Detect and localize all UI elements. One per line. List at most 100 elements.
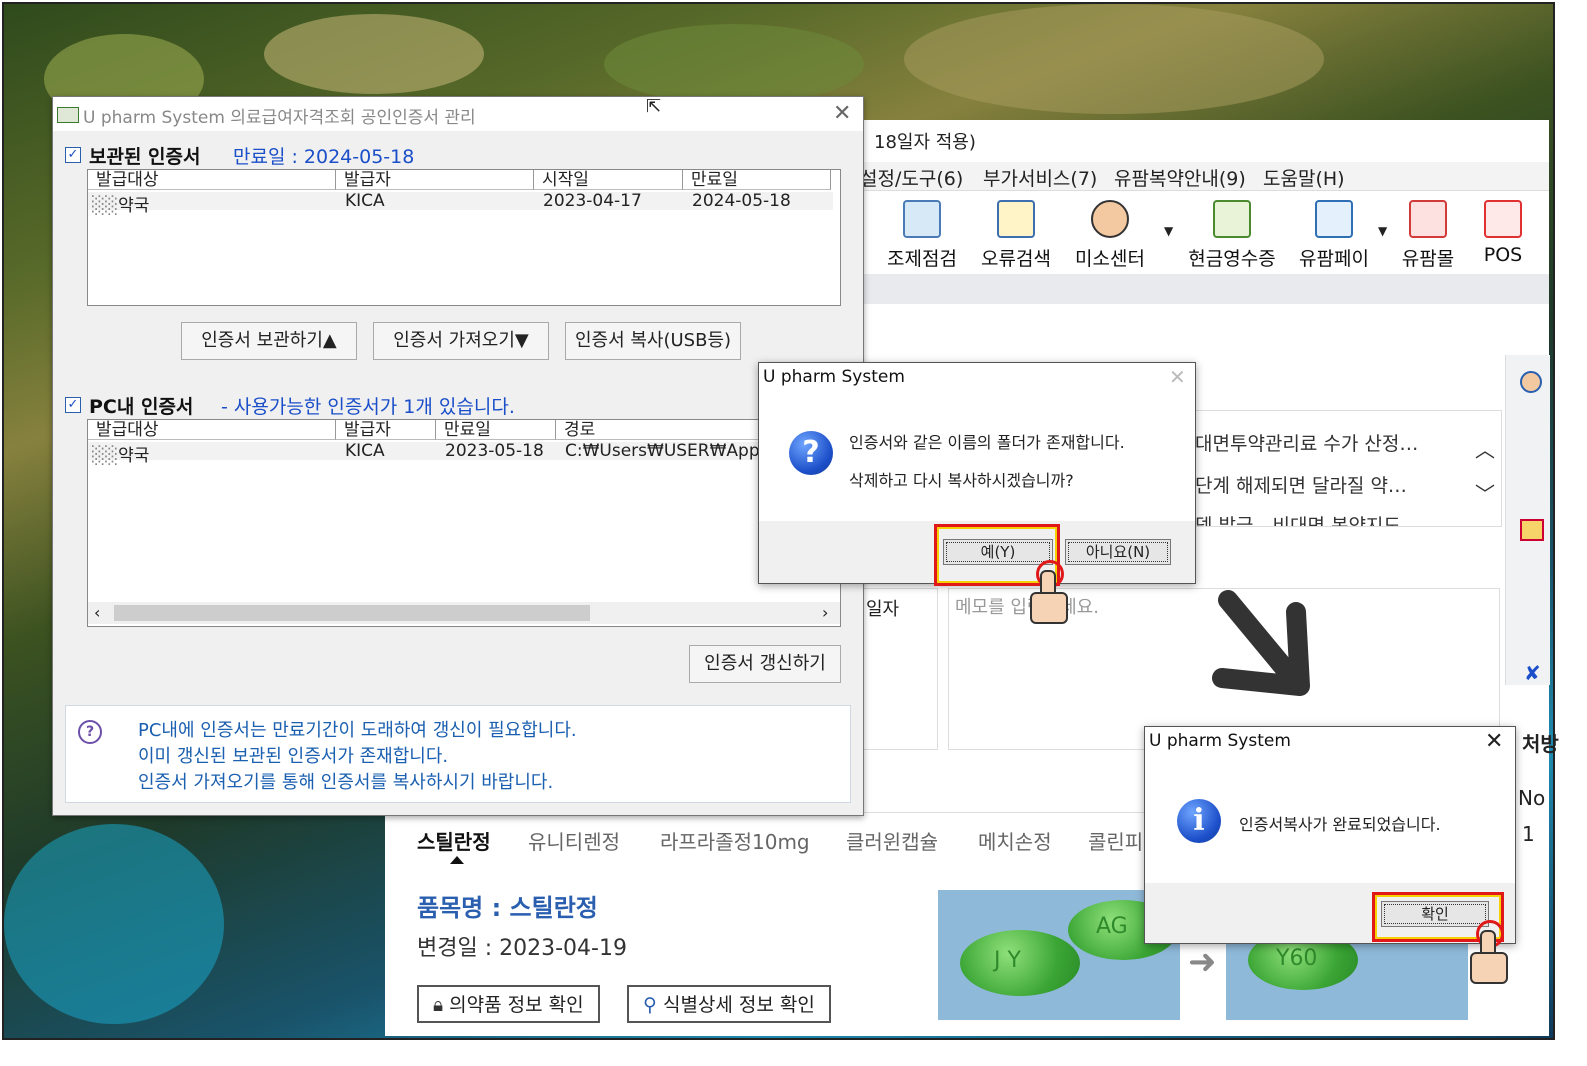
tool-upharm-pay[interactable]: 유팜페이 [1296,200,1372,271]
cell-text: 약국 [118,446,150,466]
no-button[interactable]: 아니요(N) [1065,539,1171,565]
menu-settings[interactable]: 설정/도구(6) [860,164,963,191]
tool-label: 현금영수증 [1188,248,1276,270]
column-header[interactable]: 만료일 [436,420,556,440]
info-text: 이미 갱신된 보관된 인증서가 존재합니다. [138,746,449,767]
tool-label: 오류검색 [981,248,1051,270]
tab-drug-2[interactable]: 유니티렌정 [528,826,620,855]
date-label: 일자 [866,599,900,620]
column-header[interactable]: 시작일 [534,170,683,190]
close-icon[interactable]: ✕ [833,101,851,126]
question-icon: ? [789,431,833,475]
stored-cert-title: 보관된 인증서 [89,146,201,168]
scroll-left-icon[interactable]: ‹ [94,603,100,622]
tool-x-icon[interactable]: ✘ [1524,661,1541,685]
alert-folder-icon[interactable] [1520,519,1544,541]
pos-icon [1484,200,1522,238]
info-text: 인증서 가져오기를 통해 인증서를 복사하시기 바랍니다. [138,772,554,793]
no-column-label: No [1518,786,1546,810]
memo-placeholder: 메모를 입력하세요. [955,597,1099,618]
renew-cert-button[interactable]: 인증서 갱신하기 [689,645,841,683]
close-icon[interactable]: ✕ [1485,729,1503,754]
close-icon[interactable]: ✕ [1169,365,1186,389]
dialog-message: 인증서와 같은 이름의 폴더가 존재합니다. [849,433,1125,452]
receipt-icon [1213,200,1251,238]
focus-ring [1068,542,1168,562]
pc-cert-checkbox[interactable]: ✓ [65,397,81,413]
store-cert-button[interactable]: 인증서 보관하기▲ [181,322,357,360]
pill-mark: J Y [994,948,1021,973]
foliage [604,24,864,104]
menu-guide[interactable]: 유팜복약안내(9) [1114,164,1246,191]
info-panel: ? PC내에 인증서는 만료기간이 도래하여 갱신이 필요합니다. 이미 갱신된… [65,705,851,803]
column-header[interactable]: 발급대상 [88,420,336,440]
user-icon[interactable] [1520,371,1542,393]
scroll-up-icon[interactable]: ︿ [1475,434,1495,463]
drug-info-button[interactable]: 🔒︎ 의약품 정보 확인 [417,985,600,1023]
stored-cert-checkbox[interactable]: ✓ [65,147,81,163]
dialog-message: 인증서복사가 완료되었습니다. [1239,815,1441,834]
hand-palm [1470,952,1508,984]
water [4,824,224,1024]
dialog-title: U pharm System [1149,731,1291,751]
tool-upharm-mall[interactable]: 유팜몰 [1398,200,1458,271]
notice-item[interactable]: 대면투약관리료 수가 산정… [1195,429,1418,456]
tool-error-search[interactable]: 오류검색 [978,200,1054,271]
horizontal-scrollbar[interactable]: ‹ › [88,602,840,624]
notice-item[interactable]: 단계 해제되면 달라질 약… [1195,471,1407,498]
arrow-right-icon: ➜ [1188,942,1217,982]
tab-drug-6[interactable]: 콜린피 [1088,826,1143,855]
help-icon: ? [78,720,102,744]
tool-label: POS [1483,244,1523,266]
column-header[interactable]: 만료일 [683,170,831,190]
mouse-cursor-icon: ⇱ [646,96,662,117]
hand-palm [1030,592,1068,624]
tool-pos[interactable]: POS [1478,200,1528,266]
dialog-title: U pharm System [763,367,905,387]
dropdown-caret-icon[interactable]: ▼ [1378,224,1387,238]
tab-drug-5[interactable]: 메치손정 [978,826,1052,855]
table-cell: C:₩Users₩USER₩App [565,441,760,461]
pc-cert-subtitle: - 사용가능한 인증서가 1개 있습니다. [221,396,515,418]
app-title: 18일자 적용) [874,132,976,153]
arrow-down-right-icon [1212,590,1310,696]
copy-cert-usb-button[interactable]: 인증서 복사(USB등) [565,322,741,360]
scroll-thumb[interactable] [114,605,590,621]
notice-item[interactable]: 뎀 발급…비대면 복약지도… [1195,511,1420,526]
tool-miso-center[interactable]: 미소센터 [1070,200,1150,271]
tab-drug-4[interactable]: 클러윈캡슐 [846,826,938,855]
foliage [264,14,484,94]
tab-drug-1[interactable]: 스틸란정 [417,826,491,855]
menu-help[interactable]: 도움말(H) [1263,164,1345,191]
import-cert-button[interactable]: 인증서 가져오기▼ [373,322,549,360]
search-icon: ⚲ [643,994,657,1016]
column-header[interactable]: 발급대상 [88,170,336,190]
info-icon: i [1177,799,1221,843]
scroll-right-icon[interactable]: › [822,603,828,622]
table-cell: 2023-05-18 [445,441,544,461]
foliage [904,4,1324,114]
dropdown-caret-icon[interactable]: ▼ [1164,224,1173,238]
changed-date: 변경일 : 2023-04-19 [417,936,627,961]
headset-agent-icon [1091,200,1129,238]
table-cell: KICA [345,441,385,461]
id-info-button[interactable]: ⚲ 식별상세 정보 확인 [627,985,831,1023]
shop-icon [1409,200,1447,238]
active-tab-caret-icon [450,856,464,864]
column-header[interactable]: 발급자 [336,420,436,440]
sub-toolbar [860,274,1549,304]
tool-cash-receipt[interactable]: 현금영수증 [1184,200,1280,271]
tool-label: 유팜페이 [1299,248,1369,270]
scroll-down-icon[interactable]: ﹀ [1475,478,1495,507]
pill-mark: AG [1096,914,1128,939]
menu-addons[interactable]: 부가서비스(7) [983,164,1097,191]
dialog-message: 삭제하고 다시 복사하시겠습니까? [849,471,1074,490]
column-header[interactable]: 발급자 [336,170,534,190]
cert-manager-window: U pharm System 의료급여자격조회 공인인증서 관리 ✕ ✓ 보관된… [52,96,864,816]
window-title: U pharm System 의료급여자격조회 공인인증서 관리 [83,108,476,128]
tool-dispense-check[interactable]: 조제점검 [884,200,960,271]
tab-drug-3[interactable]: 라프라졸정10mg [660,826,810,855]
button-label: 의약품 정보 확인 [449,994,584,1016]
table-cell: ░░약국 [92,441,149,466]
pc-cert-table: 발급대상 발급자 만료일 경로 ░░약국 KICA 2023-05-18 C:₩… [87,419,841,627]
